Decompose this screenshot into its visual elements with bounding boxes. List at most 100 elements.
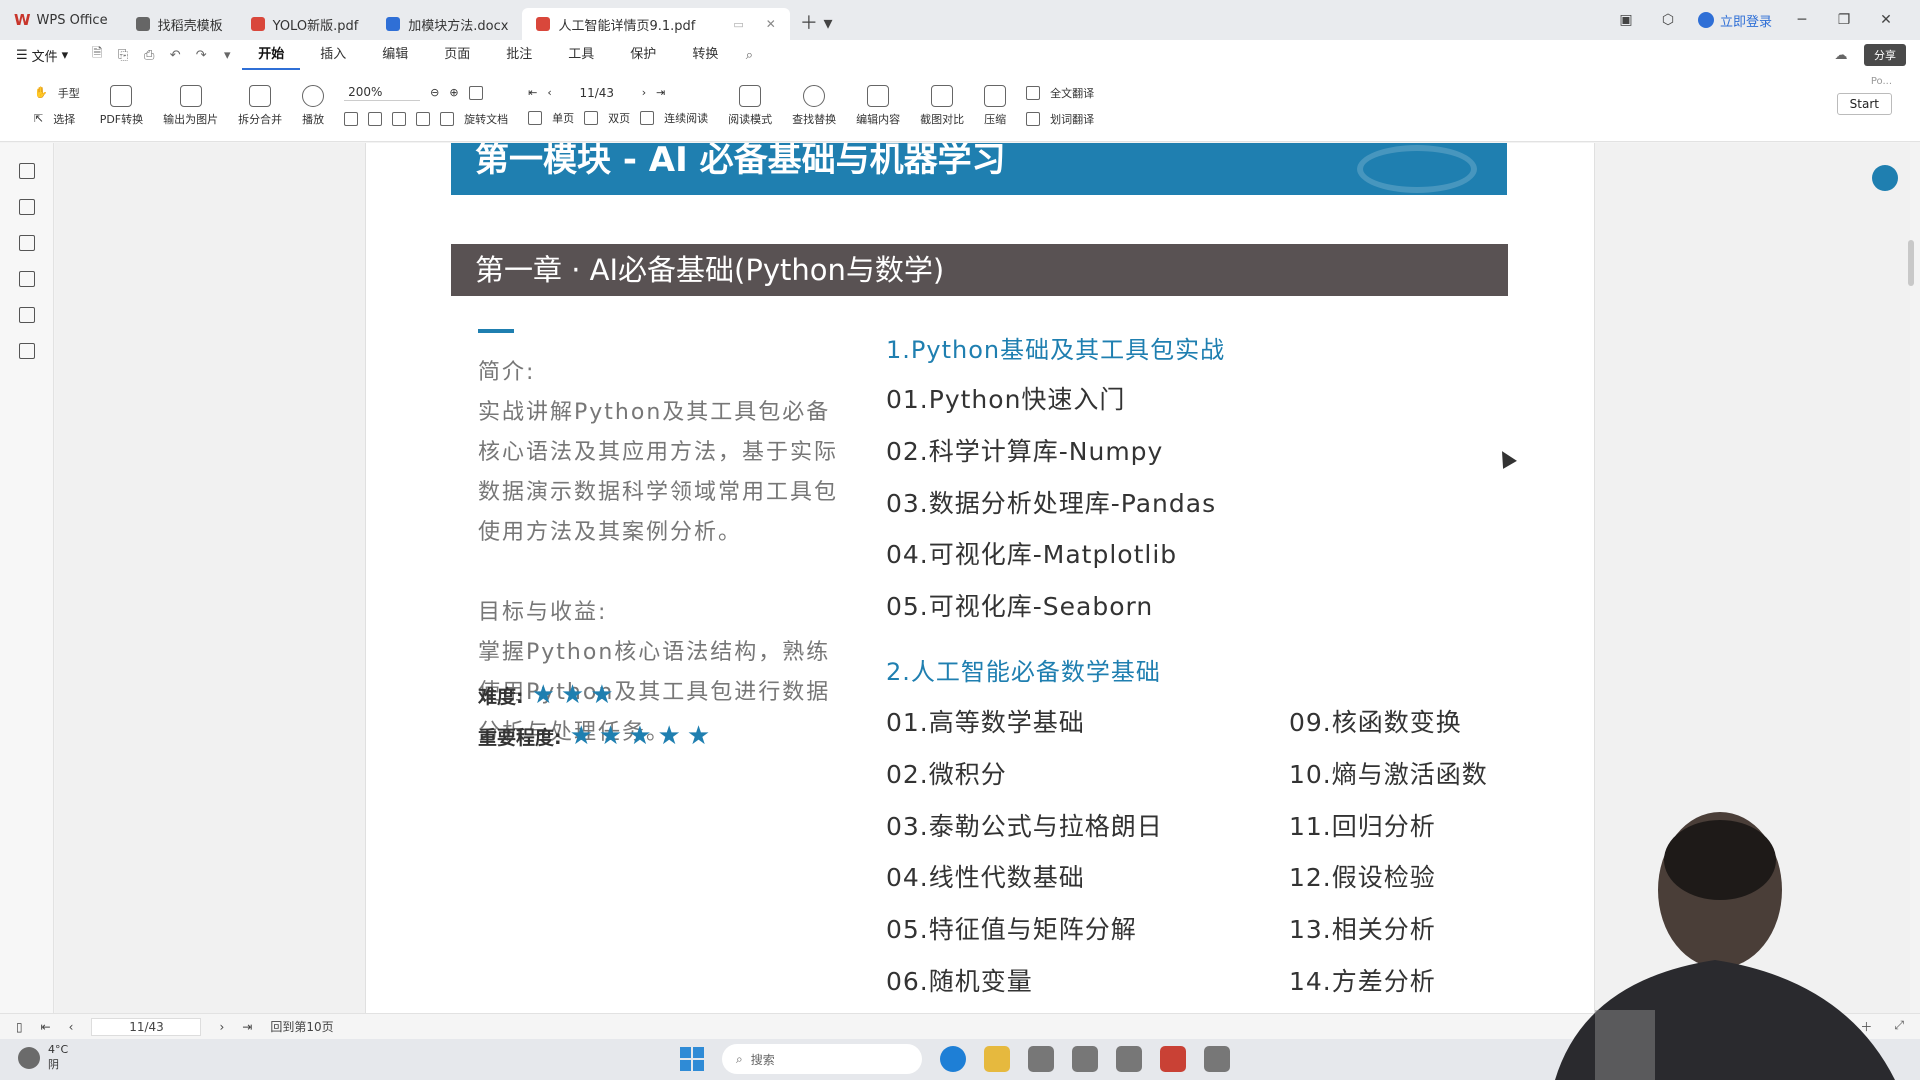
menu-convert[interactable]: 转换: [676, 40, 734, 70]
tab-template[interactable]: 找稻壳模板: [122, 8, 237, 40]
double-page-button[interactable]: 双页: [608, 110, 630, 126]
save-icon[interactable]: 🗎: [86, 44, 108, 66]
export-image-button[interactable]: 输出为图片: [153, 70, 228, 141]
actual-size-icon[interactable]: [368, 112, 383, 126]
single-page-button[interactable]: 单页: [552, 110, 574, 126]
more-icon[interactable]: ▾: [216, 48, 238, 63]
wps-home-tab[interactable]: W WPS Office: [0, 0, 122, 40]
word-translate-button[interactable]: 划词翻译: [1026, 111, 1094, 127]
single-page-icon: [528, 110, 543, 125]
copy-icon[interactable]: ⎘: [112, 48, 134, 63]
hand-tool[interactable]: ✋ 手型: [34, 85, 80, 101]
tab-yolo-pdf[interactable]: YOLO新版.pdf: [237, 8, 373, 40]
crop-icon[interactable]: [392, 112, 407, 126]
share-button[interactable]: 分享: [1864, 44, 1906, 66]
edit-content-button[interactable]: 编辑内容: [846, 70, 910, 141]
continuous-read-button[interactable]: 连续阅读: [664, 110, 708, 126]
wps-logo-icon: W: [14, 11, 31, 29]
close-tab-icon[interactable]: ✕: [766, 17, 776, 31]
status-page-input[interactable]: 11/43: [91, 1017, 202, 1036]
tab-ai-pdf[interactable]: 人工智能详情页9.1.pdf ▭ ✕: [522, 8, 790, 40]
app-icon[interactable]: [1028, 1046, 1054, 1072]
signature-icon[interactable]: [18, 307, 35, 323]
play-button[interactable]: 播放: [292, 70, 334, 141]
pointer-icon: ⇱: [34, 112, 44, 125]
menu-tools[interactable]: 工具: [552, 40, 610, 70]
screenshot-compare-button[interactable]: 截图对比: [910, 70, 974, 141]
list-item: 03.数据分析处理库-Pandas: [886, 489, 1217, 518]
folder-icon[interactable]: [984, 1046, 1010, 1072]
module-title: 第一模块 - AI 必备基础与机器学习: [475, 143, 1006, 180]
menu-page[interactable]: 页面: [428, 40, 486, 70]
menu-annotate[interactable]: 批注: [490, 40, 548, 70]
thumbnail-icon[interactable]: [18, 199, 35, 215]
edge-icon[interactable]: [940, 1046, 966, 1072]
search-icon[interactable]: ⌕: [738, 48, 760, 63]
rotate-doc-label[interactable]: 旋转文档: [464, 111, 508, 127]
login-button[interactable]: 立即登录: [1697, 11, 1772, 30]
tab-docx[interactable]: 加模块方法.docx: [372, 8, 522, 40]
page-nav-group: ⇤ ‹ 11/43 › ⇥ 单页 双页 连续阅读: [518, 70, 718, 141]
first-page-icon[interactable]: ⇤: [528, 86, 537, 99]
zoom-out-icon[interactable]: ⊖: [430, 86, 439, 99]
comment-icon[interactable]: [18, 235, 35, 251]
cloud-icon[interactable]: ☁: [1830, 48, 1852, 63]
find-replace-button[interactable]: 查找替换: [782, 70, 846, 141]
zoom-in-icon[interactable]: ⊕: [449, 86, 458, 99]
start-button[interactable]: Start: [1836, 93, 1892, 115]
prev-page-icon[interactable]: ‹: [69, 1020, 74, 1034]
sidebar-toggle-icon[interactable]: ▯: [16, 1020, 23, 1034]
file-menu[interactable]: ☰ 文件 ▾: [16, 46, 68, 65]
app-icon[interactable]: [1204, 1046, 1230, 1072]
vertical-scrollbar[interactable]: [1908, 240, 1914, 286]
list-item: 04.可视化库-Matplotlib: [886, 540, 1178, 569]
back-to-page-link[interactable]: 回到第10页: [270, 1018, 333, 1035]
restore-icon[interactable]: ❐: [1832, 12, 1856, 28]
fit-page-icon[interactable]: [468, 85, 483, 100]
continuous-icon: [640, 110, 655, 125]
read-mode-button[interactable]: 阅读模式: [718, 70, 782, 141]
prev-page-icon[interactable]: ‹: [547, 86, 551, 99]
next-page-icon[interactable]: ›: [219, 1020, 224, 1034]
layers-icon[interactable]: [18, 343, 35, 359]
page-number-input[interactable]: 11/43: [562, 86, 632, 100]
app-icon[interactable]: [1116, 1046, 1142, 1072]
select-tool[interactable]: ⇱ 选择: [34, 111, 80, 127]
menu-insert[interactable]: 插入: [304, 40, 362, 70]
temperature: 4°C: [48, 1043, 69, 1056]
book-icon: [739, 84, 762, 107]
minimize-icon[interactable]: ─: [1790, 12, 1814, 28]
layout-icon[interactable]: ▣: [1614, 12, 1638, 28]
first-page-icon[interactable]: ⇤: [41, 1020, 51, 1034]
menu-edit[interactable]: 编辑: [366, 40, 424, 70]
full-translate-button[interactable]: 全文翻译: [1026, 85, 1094, 101]
cube-icon[interactable]: ⬡: [1656, 12, 1680, 28]
split-merge-button[interactable]: 拆分合并: [228, 70, 292, 141]
redo-icon[interactable]: ↷: [190, 48, 212, 63]
last-page-icon[interactable]: ⇥: [242, 1020, 252, 1034]
pin-icon[interactable]: ▭: [733, 18, 743, 31]
next-page-icon[interactable]: ›: [642, 86, 646, 99]
weather-widget[interactable]: 4°C 阴: [18, 1043, 68, 1072]
windows-start-icon[interactable]: [680, 1047, 704, 1071]
compress-button[interactable]: 压缩: [974, 70, 1016, 141]
menu-start[interactable]: 开始: [242, 40, 301, 70]
pdf-convert-button[interactable]: PDF转换: [90, 70, 153, 141]
zoom-input[interactable]: 200%: [344, 84, 421, 101]
new-tab-button[interactable]: ＋ ▾: [790, 9, 843, 35]
menu-protect[interactable]: 保护: [614, 40, 672, 70]
bookmark-icon[interactable]: [18, 163, 35, 179]
edit-content-label: 编辑内容: [856, 112, 901, 126]
assistant-icon[interactable]: [1872, 165, 1898, 191]
close-window-icon[interactable]: ✕: [1874, 12, 1898, 28]
rotate-right-icon[interactable]: [440, 112, 455, 126]
fit-width-icon[interactable]: [344, 112, 359, 126]
wps-taskbar-icon[interactable]: [1160, 1046, 1186, 1072]
print-icon[interactable]: ⎙: [138, 48, 160, 63]
rotate-left-icon[interactable]: [416, 112, 431, 126]
attachment-icon[interactable]: [18, 271, 35, 287]
app-icon[interactable]: [1072, 1046, 1098, 1072]
taskbar-search[interactable]: ⌕ 搜索: [722, 1044, 922, 1074]
undo-icon[interactable]: ↶: [164, 48, 186, 63]
last-page-icon[interactable]: ⇥: [656, 86, 665, 99]
